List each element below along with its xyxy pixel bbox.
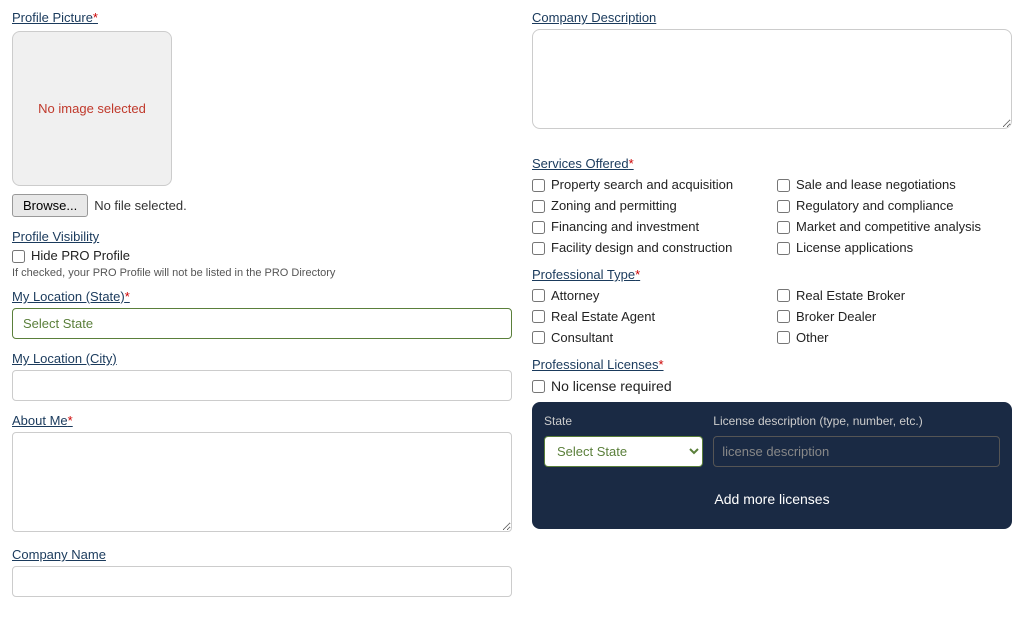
browse-row: Browse... No file selected.	[12, 194, 512, 217]
company-name-label: Company Name	[12, 547, 512, 562]
no-license-checkbox[interactable]	[532, 380, 545, 393]
service-checkbox-s8[interactable]	[777, 242, 790, 255]
location-state-label: My Location (State)	[12, 289, 512, 304]
no-file-text: No file selected.	[94, 198, 187, 213]
profile-picture-label: Profile Picture	[12, 10, 512, 25]
service-checkbox-s4[interactable]	[777, 200, 790, 213]
profile-visibility-section: Profile Visibility Hide PRO Profile If c…	[12, 229, 512, 279]
company-name-field: Company Name	[12, 547, 512, 597]
service-item-s3: Zoning and permitting	[532, 198, 767, 213]
license-table-header: State License description (type, number,…	[544, 414, 1000, 428]
state-select[interactable]: Select State	[12, 308, 512, 339]
license-table-row: Select State	[544, 436, 1000, 467]
hide-pro-row: Hide PRO Profile	[12, 248, 512, 263]
left-column: Profile Picture No image selected Browse…	[12, 10, 512, 609]
no-license-label[interactable]: No license required	[551, 378, 672, 394]
service-item-s6: Market and competitive analysis	[777, 219, 1012, 234]
add-more-licenses-button[interactable]: Add more licenses	[544, 481, 1000, 517]
prof-type-label-pt1[interactable]: Attorney	[551, 288, 599, 303]
licenses-label: Professional Licenses	[532, 357, 1012, 372]
service-label-s6[interactable]: Market and competitive analysis	[796, 219, 981, 234]
service-checkbox-s1[interactable]	[532, 179, 545, 192]
service-checkbox-s3[interactable]	[532, 200, 545, 213]
prof-type-checkbox-pt4[interactable]	[777, 310, 790, 323]
prof-type-section: Professional Type Attorney Real Estate B…	[532, 267, 1012, 345]
hide-pro-hint: If checked, your PRO Profile will not be…	[12, 267, 512, 279]
services-label: Services Offered	[532, 156, 1012, 171]
prof-type-label-pt4[interactable]: Broker Dealer	[796, 309, 876, 324]
service-item-s2: Sale and lease negotiations	[777, 177, 1012, 192]
license-state-select[interactable]: Select State	[544, 436, 703, 467]
right-column: Company Description Services Offered Pro…	[532, 10, 1012, 609]
service-label-s4[interactable]: Regulatory and compliance	[796, 198, 954, 213]
prof-type-checkbox-pt5[interactable]	[532, 331, 545, 344]
service-checkbox-s6[interactable]	[777, 221, 790, 234]
about-me-textarea[interactable]	[12, 432, 512, 532]
visibility-label: Profile Visibility	[12, 229, 512, 244]
browse-button[interactable]: Browse...	[12, 194, 88, 217]
prof-type-label: Professional Type	[532, 267, 1012, 282]
service-item-s7: Facility design and construction	[532, 240, 767, 255]
location-city-field: My Location (City)	[12, 351, 512, 401]
profile-picture-area: No image selected	[12, 31, 172, 186]
service-checkbox-s2[interactable]	[777, 179, 790, 192]
no-license-row: No license required	[532, 378, 1012, 394]
prof-type-checkbox-pt2[interactable]	[777, 289, 790, 302]
service-checkbox-s5[interactable]	[532, 221, 545, 234]
service-label-s7[interactable]: Facility design and construction	[551, 240, 732, 255]
prof-type-item-pt2: Real Estate Broker	[777, 288, 1012, 303]
license-desc-col-label: License description (type, number, etc.)	[713, 414, 1000, 428]
service-item-s5: Financing and investment	[532, 219, 767, 234]
hide-pro-checkbox[interactable]	[12, 250, 25, 263]
company-desc-textarea[interactable]	[532, 29, 1012, 129]
prof-type-label-pt5[interactable]: Consultant	[551, 330, 613, 345]
service-item-s4: Regulatory and compliance	[777, 198, 1012, 213]
location-state-field: My Location (State) Select State	[12, 289, 512, 339]
about-me-field: About Me	[12, 413, 512, 535]
prof-type-label-pt3[interactable]: Real Estate Agent	[551, 309, 655, 324]
license-table: State License description (type, number,…	[532, 402, 1012, 529]
company-name-input[interactable]	[12, 566, 512, 597]
company-desc-field: Company Description	[532, 10, 1012, 144]
prof-type-item-pt1: Attorney	[532, 288, 767, 303]
service-label-s1[interactable]: Property search and acquisition	[551, 177, 733, 192]
services-grid: Property search and acquisition Sale and…	[532, 177, 1012, 255]
prof-type-checkbox-pt3[interactable]	[532, 310, 545, 323]
prof-type-label-pt6[interactable]: Other	[796, 330, 829, 345]
service-label-s8[interactable]: License applications	[796, 240, 913, 255]
license-state-col-label: State	[544, 414, 703, 428]
services-section: Services Offered Property search and acq…	[532, 156, 1012, 255]
no-image-text: No image selected	[38, 101, 146, 116]
service-label-s2[interactable]: Sale and lease negotiations	[796, 177, 956, 192]
prof-type-label-pt2[interactable]: Real Estate Broker	[796, 288, 905, 303]
service-label-s5[interactable]: Financing and investment	[551, 219, 699, 234]
license-desc-input[interactable]	[713, 436, 1000, 467]
licenses-section: Professional Licenses No license require…	[532, 357, 1012, 529]
service-item-s8: License applications	[777, 240, 1012, 255]
about-me-label: About Me	[12, 413, 512, 428]
profile-picture-section: Profile Picture No image selected Browse…	[12, 10, 512, 217]
hide-pro-label[interactable]: Hide PRO Profile	[31, 248, 130, 263]
prof-type-item-pt4: Broker Dealer	[777, 309, 1012, 324]
prof-type-item-pt6: Other	[777, 330, 1012, 345]
service-item-s1: Property search and acquisition	[532, 177, 767, 192]
prof-type-grid: Attorney Real Estate Broker Real Estate …	[532, 288, 1012, 345]
location-city-label: My Location (City)	[12, 351, 512, 366]
prof-type-checkbox-pt6[interactable]	[777, 331, 790, 344]
service-checkbox-s7[interactable]	[532, 242, 545, 255]
service-label-s3[interactable]: Zoning and permitting	[551, 198, 677, 213]
prof-type-item-pt3: Real Estate Agent	[532, 309, 767, 324]
city-input[interactable]	[12, 370, 512, 401]
company-desc-label: Company Description	[532, 10, 1012, 25]
prof-type-checkbox-pt1[interactable]	[532, 289, 545, 302]
prof-type-item-pt5: Consultant	[532, 330, 767, 345]
